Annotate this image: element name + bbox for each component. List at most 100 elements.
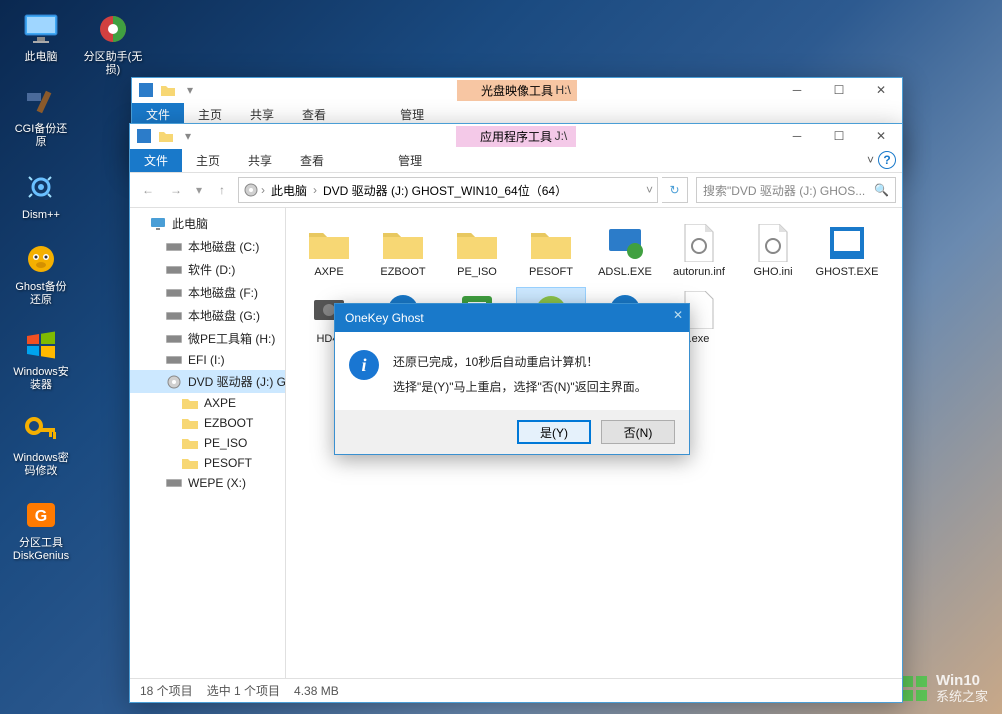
watermark-line2: 系统之家 bbox=[936, 690, 988, 704]
gear-sparkle-icon bbox=[21, 168, 61, 206]
status-bar: 18 个项目 选中 1 个项目 4.38 MB bbox=[130, 678, 902, 702]
file-item[interactable]: ADSL.EXE bbox=[590, 220, 660, 283]
search-icon: 🔍 bbox=[874, 183, 889, 197]
tree-item[interactable]: PE_ISO bbox=[130, 433, 285, 453]
search-input[interactable]: 搜索"DVD 驱动器 (J:) GHOS... 🔍 bbox=[696, 177, 896, 203]
tree-item[interactable]: 本地磁盘 (C:) bbox=[130, 235, 285, 258]
tree-item[interactable]: 本地磁盘 (F:) bbox=[130, 281, 285, 304]
disk-icon bbox=[166, 286, 182, 300]
window-controls-back: ─ ☐ ✕ bbox=[776, 78, 902, 102]
dialog-yes-button[interactable]: 是(Y) bbox=[517, 420, 591, 444]
dialog-line1: 还原已完成，10秒后自动重启计算机！ bbox=[393, 350, 647, 375]
tree-item[interactable]: AXPE bbox=[130, 393, 285, 413]
close-button[interactable]: ✕ bbox=[860, 78, 902, 102]
tree-item[interactable]: PESOFT bbox=[130, 453, 285, 473]
dialog-title-text: OneKey Ghost bbox=[345, 311, 424, 325]
app-icon bbox=[137, 81, 155, 99]
qat-dropdown-icon[interactable]: ▾ bbox=[179, 127, 197, 145]
desktop-icon-partition-assistant[interactable]: 分区助手(无损) bbox=[82, 10, 144, 77]
ribbon-home-tab[interactable]: 主页 bbox=[182, 149, 234, 172]
file-label: GHO.ini bbox=[753, 266, 792, 279]
file-item[interactable]: PE_ISO bbox=[442, 220, 512, 283]
desktop-icon-dismpp[interactable]: Dism++ bbox=[10, 168, 72, 222]
disk-icon bbox=[166, 309, 182, 323]
breadcrumb-dropdown-icon[interactable]: ˅ bbox=[646, 183, 653, 197]
desktop-icons-col2: 分区助手(无损) bbox=[82, 10, 144, 77]
dialog-line2: 选择"是(Y)"马上重启，选择"否(N)"返回主界面。 bbox=[393, 375, 647, 400]
ribbon-manage-tab[interactable]: 管理 bbox=[384, 149, 436, 172]
titlebar-back[interactable]: ▾ 光盘映像工具 H:\ ─ ☐ ✕ bbox=[132, 78, 902, 102]
desktop-icon-win-password[interactable]: Windows密码修改 bbox=[10, 411, 72, 478]
nav-forward-button[interactable]: → bbox=[164, 178, 188, 202]
folder-qat-icon[interactable] bbox=[157, 127, 175, 145]
exe-adsl-icon bbox=[603, 224, 647, 262]
desktop-icon-label: Windows安装器 bbox=[10, 366, 72, 392]
file-item[interactable]: PESOFT bbox=[516, 220, 586, 283]
minimize-button[interactable]: ─ bbox=[776, 124, 818, 148]
desktop-icon-ghost-backup[interactable]: Ghost备份还原 bbox=[10, 240, 72, 307]
tree-item[interactable]: 微PE工具箱 (H:) bbox=[130, 327, 285, 350]
desktop-icon-label: 分区工具 DiskGenius bbox=[13, 537, 69, 563]
desktop-icon-label: 分区助手(无损) bbox=[82, 51, 144, 77]
refresh-button[interactable]: ↻ bbox=[662, 177, 688, 203]
watermark: Win10 系统之家 bbox=[900, 673, 988, 704]
breadcrumb-segment[interactable]: DVD 驱动器 (J:) GHOST_WIN10_64位（64） bbox=[319, 180, 571, 201]
tree-item[interactable]: DVD 驱动器 (J:) GH bbox=[130, 370, 285, 393]
tree-item[interactable]: 软件 (D:) bbox=[130, 258, 285, 281]
file-item[interactable]: GHOST.EXE bbox=[812, 220, 882, 283]
tree-item-label: EZBOOT bbox=[204, 416, 253, 430]
hammer-icon bbox=[21, 82, 61, 120]
qat-dropdown-icon[interactable]: ▾ bbox=[181, 81, 199, 99]
win10-logo-icon bbox=[900, 674, 930, 704]
file-label: GHOST.EXE bbox=[816, 266, 879, 279]
tree-item[interactable]: 本地磁盘 (G:) bbox=[130, 304, 285, 327]
chevron-right-icon[interactable]: › bbox=[261, 183, 265, 197]
title-path-front: J:\ bbox=[555, 129, 568, 143]
folder-icon bbox=[307, 224, 351, 262]
breadcrumb[interactable]: › 此电脑 › DVD 驱动器 (J:) GHOST_WIN10_64位（64）… bbox=[238, 177, 658, 203]
desktop-icon-label: CGI备份还原 bbox=[10, 123, 72, 149]
tree-item-label: DVD 驱动器 (J:) GH bbox=[188, 373, 286, 390]
file-item[interactable]: GHO.ini bbox=[738, 220, 808, 283]
desktop-icon-label: 此电脑 bbox=[25, 51, 58, 64]
tree-item[interactable]: EFI (I:) bbox=[130, 350, 285, 370]
desktop-icon-diskgenius[interactable]: G 分区工具 DiskGenius bbox=[10, 496, 72, 563]
desktop-icons-col1: 此电脑 CGI备份还原 Dism++ Ghost备份还原 Windows安装器 … bbox=[10, 10, 72, 563]
ribbon-share-tab[interactable]: 共享 bbox=[234, 149, 286, 172]
file-item[interactable]: EZBOOT bbox=[368, 220, 438, 283]
tree-item-label: 本地磁盘 (G:) bbox=[188, 307, 260, 324]
monkey-icon bbox=[21, 240, 61, 278]
tree-item[interactable]: WEPE (X:) bbox=[130, 473, 285, 493]
minimize-button[interactable]: ─ bbox=[776, 78, 818, 102]
file-label: AXPE bbox=[314, 266, 343, 279]
desktop-icon-win-installer[interactable]: Windows安装器 bbox=[10, 325, 72, 392]
tree-item[interactable]: EZBOOT bbox=[130, 413, 285, 433]
status-selected: 选中 1 个项目 bbox=[207, 682, 280, 699]
ribbon-file-tab[interactable]: 文件 bbox=[130, 149, 182, 172]
maximize-button[interactable]: ☐ bbox=[818, 78, 860, 102]
desktop-icon-cgi-backup[interactable]: CGI备份还原 bbox=[10, 82, 72, 149]
nav-history-dropdown[interactable]: ▾ bbox=[192, 178, 206, 202]
file-item[interactable]: AXPE bbox=[294, 220, 364, 283]
folder-qat-icon[interactable] bbox=[159, 81, 177, 99]
breadcrumb-segment[interactable]: 此电脑 bbox=[267, 180, 311, 201]
dialog-close-button[interactable]: ✕ bbox=[673, 308, 683, 322]
close-button[interactable]: ✕ bbox=[860, 124, 902, 148]
desktop-icon-this-pc[interactable]: 此电脑 bbox=[10, 10, 72, 64]
desktop-icon-label: Ghost备份还原 bbox=[10, 281, 72, 307]
dialog-body: i 还原已完成，10秒后自动重启计算机！ 选择"是(Y)"马上重启，选择"否(N… bbox=[335, 332, 689, 410]
chevron-right-icon[interactable]: › bbox=[313, 183, 317, 197]
nav-tree[interactable]: 此电脑本地磁盘 (C:)软件 (D:)本地磁盘 (F:) 本地磁盘 (G:) 微PE… bbox=[130, 208, 286, 678]
ribbon-help-icon[interactable]: ? bbox=[878, 151, 896, 169]
file-item[interactable]: autorun.inf bbox=[664, 220, 734, 283]
ribbon-chevron-down-icon[interactable]: ˅ bbox=[867, 153, 874, 167]
dialog-no-button[interactable]: 否(N) bbox=[601, 420, 675, 444]
nav-up-button[interactable]: ↑ bbox=[210, 178, 234, 202]
tree-item-label: PESOFT bbox=[204, 456, 252, 470]
maximize-button[interactable]: ☐ bbox=[818, 124, 860, 148]
tree-item[interactable]: 此电脑 bbox=[130, 212, 285, 235]
nav-back-button[interactable]: ← bbox=[136, 178, 160, 202]
dialog-titlebar[interactable]: OneKey Ghost ✕ bbox=[335, 304, 689, 332]
ribbon-view-tab[interactable]: 查看 bbox=[286, 149, 338, 172]
titlebar-front[interactable]: ▾ 应用程序工具 J:\ ─ ☐ ✕ bbox=[130, 124, 902, 148]
